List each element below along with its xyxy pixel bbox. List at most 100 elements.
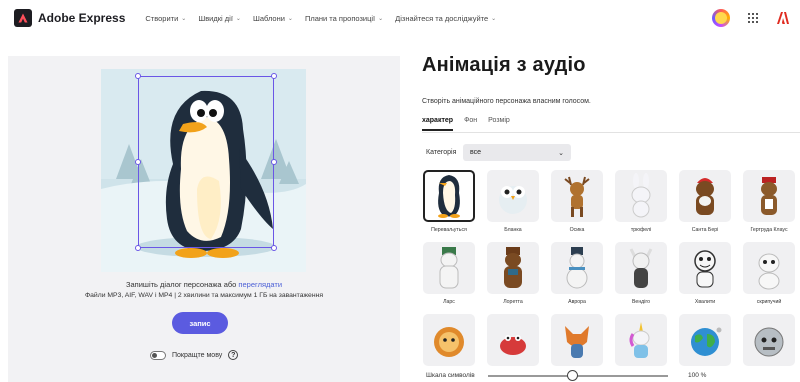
improve-speech-label: Покращте мову — [172, 351, 223, 359]
chevron-down-icon: ⌄ — [491, 15, 497, 22]
resize-handle-bottom-right[interactable] — [271, 245, 277, 251]
nav-create-label: Створити — [145, 13, 179, 23]
nav-quick-actions-label: Швидкі дії — [198, 13, 233, 23]
santa-bear-icon — [679, 170, 731, 222]
fox-icon — [551, 314, 603, 366]
character-tile[interactable]: Гертруда Клаус — [743, 170, 795, 233]
character-scale-label: Шкала символів — [426, 372, 475, 379]
improve-speech-row: Покращте мову ? — [150, 350, 239, 360]
adobe-express-logo-icon — [14, 9, 32, 27]
page-title: Анімація з аудіо — [422, 54, 586, 76]
category-value: все — [470, 149, 482, 156]
owl-icon — [487, 170, 539, 222]
record-dialog-hint: Запишіть діалог персонажа або переглядат… — [8, 280, 400, 289]
main-menu: Створити ⌄ Швидкі дії ⌄ Шаблони ⌄ Плани та … — [145, 14, 496, 23]
deer-icon — [551, 170, 603, 222]
resize-handle-top-right[interactable] — [271, 73, 277, 79]
improve-speech-toggle[interactable] — [150, 350, 166, 360]
resize-handle-right[interactable] — [271, 159, 277, 165]
tab-background[interactable]: Фон — [464, 117, 477, 131]
character-tile-label: Лоретта — [503, 299, 523, 305]
page-subtitle: Створіть анімаційного персонажа власним … — [422, 98, 591, 105]
character-tile[interactable]: Осика — [551, 170, 603, 233]
help-icon[interactable]: ? — [228, 350, 239, 360]
nav-plans-label: Плани та пропозиції — [304, 13, 376, 23]
character-tile[interactable] — [679, 314, 731, 366]
penguin-icon — [423, 170, 475, 222]
character-tile[interactable]: Вендіго — [615, 242, 667, 305]
character-tile-label: Осика — [569, 227, 585, 233]
tab-character[interactable]: характер — [422, 117, 454, 131]
character-tile[interactable]: Хвалити — [679, 242, 731, 305]
resize-handle-bottom-left[interactable] — [135, 245, 141, 251]
apps-grid-icon[interactable] — [748, 13, 758, 23]
snowman-face-icon — [679, 242, 731, 294]
character-tile[interactable]: Ларс — [423, 242, 475, 305]
snowman-icon — [551, 242, 603, 294]
character-tile[interactable]: скрипучий — [743, 242, 795, 305]
category-select[interactable]: все ⌄ — [463, 144, 571, 161]
resize-handle-top-left[interactable] — [135, 73, 141, 79]
chevron-down-icon: ⌄ — [378, 15, 384, 22]
resize-handle-left[interactable] — [135, 159, 141, 165]
earth-icon — [679, 314, 731, 366]
character-tile[interactable]: Переваљуться — [423, 170, 475, 233]
character-tile-label: Ларс — [443, 299, 455, 305]
file-requirements: Файли MP3, AIF, WAV і MP4 | 2 хвилини та… — [84, 292, 324, 299]
nav-templates-label: Шаблони — [252, 13, 285, 23]
character-tile[interactable]: трюфелі — [615, 170, 667, 233]
tabs-divider — [422, 132, 800, 133]
chevron-down-icon: ⌄ — [235, 15, 241, 22]
settings-tabs: характер Фон Розмір — [422, 117, 510, 131]
character-tile[interactable] — [743, 314, 795, 366]
top-right-actions — [712, 9, 790, 27]
snow-cat-icon — [743, 242, 795, 294]
character-tile[interactable]: Бланка — [487, 170, 539, 233]
preview-panel: Запишіть діалог персонажа або переглядат… — [8, 56, 400, 382]
reindeer-icon — [743, 170, 795, 222]
robot-icon — [743, 314, 795, 366]
nav-quick-actions[interactable]: Швидкі дії ⌄ — [198, 14, 241, 23]
character-tile[interactable]: Аврора — [551, 242, 603, 305]
character-tile[interactable] — [423, 314, 475, 366]
browse-link[interactable]: переглядати — [238, 280, 282, 289]
character-tile[interactable] — [487, 314, 539, 366]
character-tile-label: трюфелі — [630, 227, 652, 233]
avatar-image — [715, 12, 727, 24]
chevron-down-icon: ⌄ — [181, 15, 187, 22]
character-tile-label: Хвалити — [694, 299, 716, 305]
character-tile[interactable]: Лоретта — [487, 242, 539, 305]
top-navigation: Adobe Express Створити ⌄ Швидкі дії ⌄ Шабл… — [0, 0, 800, 36]
character-tile-label: Переваљуться — [431, 227, 467, 233]
character-tile-label: Вендіго — [631, 299, 651, 305]
user-avatar[interactable] — [712, 9, 730, 27]
nav-templates[interactable]: Шаблони ⌄ — [253, 14, 293, 23]
character-tile-label: Бланка — [504, 227, 522, 233]
character-scale-thumb[interactable] — [567, 370, 579, 381]
character-tile-label: Санта Бері — [691, 227, 719, 233]
character-selection-box[interactable] — [135, 73, 277, 251]
nav-plans[interactable]: Плани та пропозиції ⌄ — [305, 14, 383, 23]
app-logo[interactable]: Adobe Express — [14, 9, 125, 27]
polar-bear-icon — [423, 242, 475, 294]
nav-learn-label: Дізнайтеся та досліджуйте — [395, 13, 489, 23]
character-tile-label: Аврора — [568, 299, 586, 305]
adobe-logo-icon[interactable] — [776, 11, 790, 25]
character-tile[interactable] — [551, 314, 603, 366]
brown-bear-icon — [487, 242, 539, 294]
category-label: Категорія — [426, 149, 457, 156]
rabbit-icon — [615, 170, 667, 222]
character-tile-label: Гертруда Клаус — [750, 227, 788, 233]
tab-size[interactable]: Розмір — [488, 117, 510, 131]
record-dialog-text: Запишіть діалог персонажа або — [125, 280, 237, 289]
character-tile[interactable] — [615, 314, 667, 366]
record-button[interactable]: запис — [172, 312, 228, 334]
nav-learn[interactable]: Дізнайтеся та досліджуйте ⌄ — [395, 14, 496, 23]
nav-create[interactable]: Створити ⌄ — [145, 14, 186, 23]
character-tile[interactable]: Санта Бері — [679, 170, 731, 233]
chevron-down-icon: ⌄ — [287, 15, 293, 22]
app-name: Adobe Express — [38, 11, 126, 25]
unicorn-icon — [615, 314, 667, 366]
crab-icon — [487, 314, 539, 366]
lion-icon — [423, 314, 475, 366]
